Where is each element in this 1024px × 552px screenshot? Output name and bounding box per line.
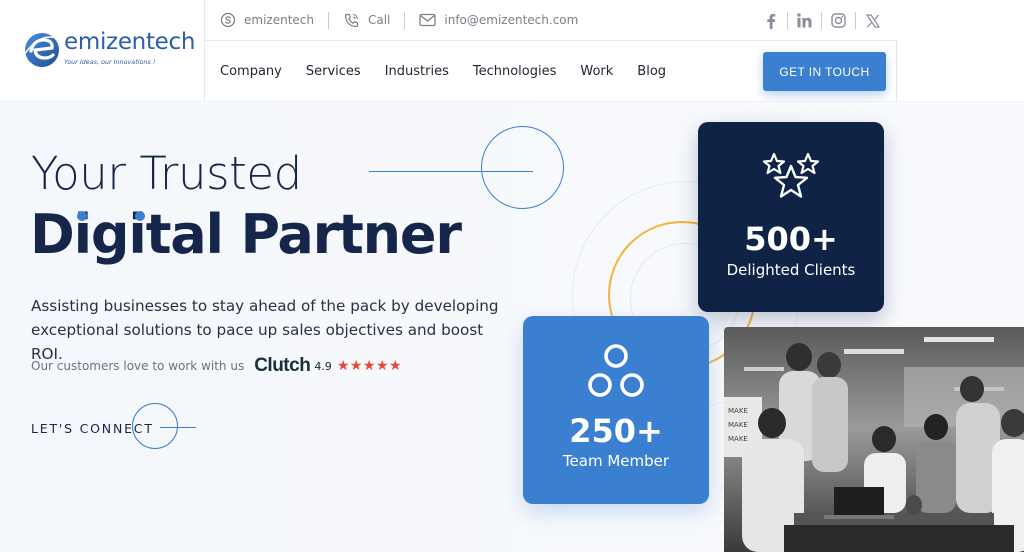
hero-title-line2: Digital Partner [30,203,462,266]
team-label: Team Member [562,452,670,470]
x-link[interactable] [856,13,889,28]
team-circles-icon [588,344,644,397]
hero-section: Your Trusted Digital Partner Assisting b… [0,103,1024,552]
nav-list: Company Services Industries Technologies… [205,41,678,102]
call-label: Call [367,13,391,27]
logo-wordmark: emizentech [64,29,196,55]
nav-industries[interactable]: Industries [373,64,461,79]
contact-bar: emizentech Call info@emizentech.com [205,0,897,41]
nav-services[interactable]: Services [294,64,373,79]
skype-label: emizentech [244,13,314,27]
svg-text:MAKE: MAKE [728,435,748,443]
lets-connect-link[interactable]: LET'S CONNECT [31,421,154,436]
logo-e-icon [23,33,61,67]
mail-icon [419,13,437,27]
title-dot-accent [77,211,87,221]
skype-icon [220,12,236,28]
logo[interactable]: emizentech Your Ideas, our Innovations ! [22,29,195,73]
svg-text:MAKE: MAKE [728,407,748,415]
logo-tagline: Your Ideas, our Innovations ! [64,58,156,66]
instagram-icon [831,13,846,28]
team-photo-illustration: MAKE MAKE MAKE [724,327,1024,552]
call-link[interactable]: Call [329,12,404,29]
customers-text: Our customers love to work with us [31,359,245,373]
facebook-link[interactable] [754,13,787,29]
hero-title-line1: Your Trusted [31,147,302,200]
clutch-score: 4.9 [314,359,332,373]
skype-link[interactable]: emizentech [205,12,328,28]
rating-stars: ★★★★★ [336,358,403,374]
clutch-logo[interactable]: Clutch [254,355,311,377]
team-stat-card: 250+ Team Member [523,316,709,504]
clients-stat-card: 500+ Delighted Clients [698,122,884,312]
nav-technologies[interactable]: Technologies [461,64,569,79]
social-links [754,0,889,41]
team-photo: MAKE MAKE MAKE [724,327,1024,552]
linkedin-link[interactable] [788,13,821,28]
clients-label: Delighted Clients [726,261,856,279]
clutch-wordmark: Clutch [254,355,311,376]
phone-icon [344,13,359,27]
linkedin-icon [797,13,812,28]
instagram-link[interactable] [822,13,855,28]
nav-company[interactable]: Company [205,64,294,79]
get-in-touch-button[interactable]: GET IN TOUCH [763,52,886,91]
team-count: 250+ [569,412,663,450]
svg-text:MAKE: MAKE [728,421,748,429]
logo-container[interactable]: emizentech Your Ideas, our Innovations ! [0,0,205,102]
connect-line [160,427,196,428]
clutch-rating-row: Our customers love to work with us Clutc… [31,355,402,377]
email-link[interactable]: info@emizentech.com [405,13,592,27]
decorative-circle [481,126,564,209]
stars-icon [762,152,820,198]
site-header: emizentech Your Ideas, our Innovations !… [0,0,1024,102]
x-icon [865,13,880,28]
email-label: info@emizentech.com [444,13,579,27]
title-dot-accent [135,211,145,221]
facebook-icon [766,13,775,29]
nav-blog[interactable]: Blog [625,64,678,79]
main-nav: Company Services Industries Technologies… [205,41,897,102]
nav-work[interactable]: Work [568,64,625,79]
clients-count: 500+ [744,220,838,258]
